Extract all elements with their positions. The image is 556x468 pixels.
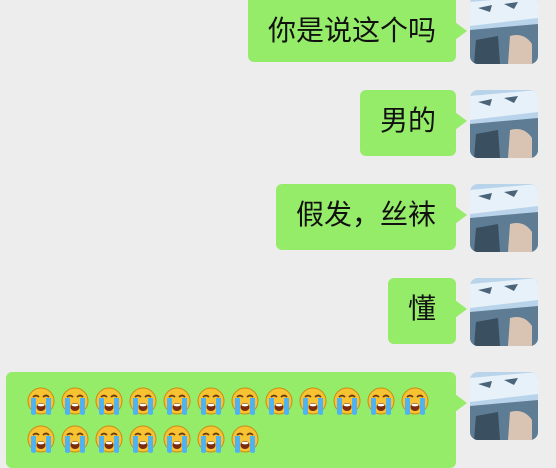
avatar[interactable] xyxy=(470,0,538,64)
avatar[interactable] xyxy=(470,372,538,440)
avatar-image xyxy=(470,0,538,64)
loudly-crying-face-icon xyxy=(128,386,158,418)
loudly-crying-face-icon xyxy=(332,386,362,418)
avatar-image xyxy=(470,372,538,440)
loudly-crying-face-icon xyxy=(26,424,56,456)
avatar[interactable] xyxy=(470,90,538,158)
loudly-crying-face-icon xyxy=(94,424,124,456)
message-text: 懂 xyxy=(407,292,436,325)
message-text: 你是说这个吗 xyxy=(267,14,436,47)
message-text: 假发，丝袜 xyxy=(295,198,436,231)
avatar[interactable] xyxy=(470,278,538,346)
message-bubble[interactable]: 假发，丝袜 xyxy=(275,184,468,250)
avatar-image xyxy=(470,90,538,158)
loudly-crying-face-icon xyxy=(26,386,56,418)
loudly-crying-face-icon xyxy=(230,386,260,418)
loudly-crying-face-icon xyxy=(298,386,328,418)
loudly-crying-face-icon xyxy=(60,386,90,418)
loudly-crying-face-icon xyxy=(230,424,260,456)
loudly-crying-face-icon xyxy=(162,386,192,418)
loudly-crying-face-icon xyxy=(60,424,90,456)
chat-window: 你是说这个吗 男的 假发，丝袜 懂 xyxy=(0,0,556,468)
avatar-image xyxy=(470,184,538,252)
loudly-crying-face-icon xyxy=(366,386,396,418)
loudly-crying-face-icon xyxy=(94,386,124,418)
avatar-image xyxy=(470,278,538,346)
loudly-crying-face-icon xyxy=(162,424,192,456)
avatar[interactable] xyxy=(470,184,538,252)
emoji-message-bubble[interactable] xyxy=(6,372,467,468)
loudly-crying-face-icon xyxy=(128,424,158,456)
message-bubble[interactable]: 男的 xyxy=(359,90,468,156)
loudly-crying-face-icon xyxy=(196,424,226,456)
message-text: 男的 xyxy=(379,104,436,137)
loudly-crying-face-icon xyxy=(400,386,430,418)
message-bubble[interactable]: 懂 xyxy=(387,278,468,344)
loudly-crying-face-icon xyxy=(196,386,226,418)
loudly-crying-face-icon xyxy=(264,386,294,418)
message-bubble[interactable]: 你是说这个吗 xyxy=(247,0,468,62)
